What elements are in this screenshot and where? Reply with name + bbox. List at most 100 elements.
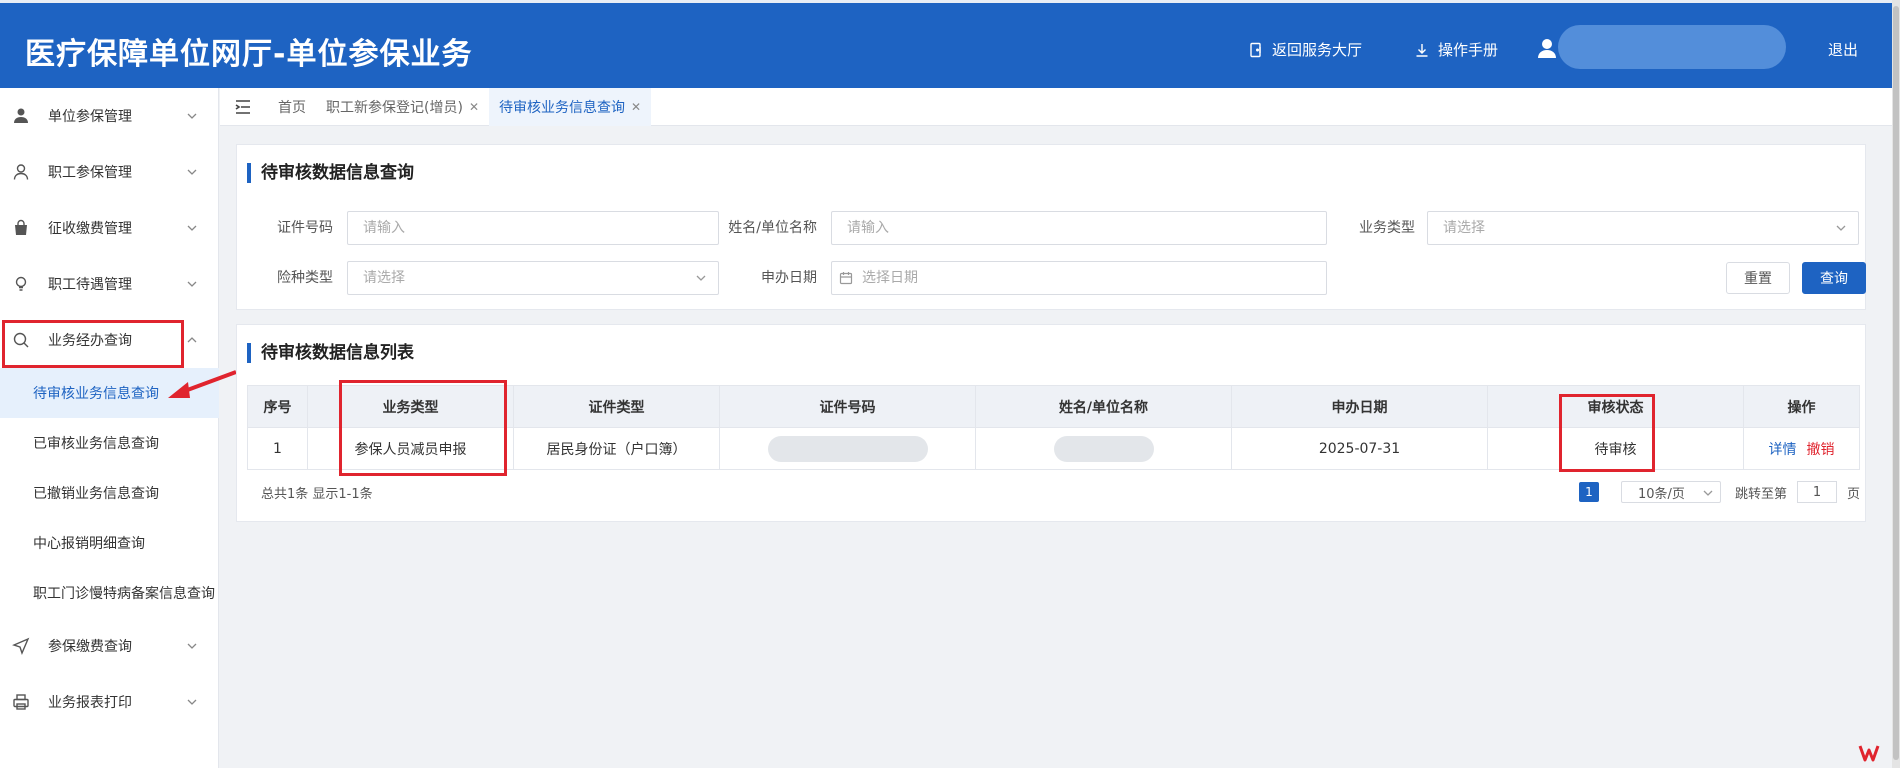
sidebar-item-report-print[interactable]: 业务报表打印 <box>0 674 219 730</box>
person-icon <box>13 164 29 180</box>
sidebar-item-staff-benefits[interactable]: 职工待遇管理 <box>0 256 219 312</box>
biz-type-select[interactable]: 请选择 <box>1427 211 1859 245</box>
chevron-down-icon <box>696 275 706 281</box>
annotation-arrow-icon <box>168 370 237 398</box>
manual-link[interactable]: 操作手册 <box>1414 39 1498 60</box>
sidebar-item-business-query[interactable]: 业务经办查询 <box>0 312 219 368</box>
page-number-current[interactable]: 1 <box>1579 482 1599 502</box>
reset-button[interactable]: 重置 <box>1726 262 1790 294</box>
tab-label: 职工新参保登记(增员) <box>326 99 463 116</box>
chevron-down-icon <box>187 113 197 119</box>
sidebar-item-label: 征收缴费管理 <box>48 221 132 237</box>
sub-item-label: 职工门诊慢特病备案信息查询 <box>33 586 215 602</box>
table-row: 1 参保人员减员申报 居民身份证（户口簿） 2025-07-31 待审核 详情撤… <box>247 427 1860 470</box>
cell-name <box>975 427 1232 470</box>
sub-item-label: 已审核业务信息查询 <box>33 436 159 452</box>
id-no-input[interactable] <box>347 211 719 245</box>
col-header-id-type: 证件类型 <box>513 385 720 428</box>
insurance-type-placeholder: 请选择 <box>363 270 405 286</box>
sidebar-item-label: 职工待遇管理 <box>48 277 132 293</box>
jump-page-input[interactable] <box>1797 481 1838 503</box>
tab-home[interactable]: 首页 <box>268 88 316 126</box>
page-size-label: 10条/页 <box>1638 486 1685 502</box>
close-icon[interactable]: ✕ <box>469 100 479 114</box>
sidebar-item-fee-query[interactable]: 参保缴费查询 <box>0 618 219 674</box>
tab-pending-review[interactable]: 待审核业务信息查询 ✕ <box>489 87 652 126</box>
tabs-bar: 首页 职工新参保登记(增员) ✕ 待审核业务信息查询 ✕ <box>220 87 1892 126</box>
sidebar-item-label: 单位参保管理 <box>48 109 132 125</box>
chevron-down-icon <box>1836 225 1846 231</box>
scrollbar-thumb[interactable] <box>1893 6 1899 760</box>
revoke-link[interactable]: 撤销 <box>1807 442 1835 458</box>
sidebar-item-staff-insurance[interactable]: 职工参保管理 <box>0 144 219 200</box>
cell-id-no <box>719 427 976 470</box>
jump-suffix: 页 <box>1847 486 1861 502</box>
query-button[interactable]: 查询 <box>1802 262 1866 294</box>
menu-collapse-icon[interactable] <box>232 96 254 118</box>
back-to-hall-label: 返回服务大厅 <box>1272 41 1363 59</box>
back-to-hall-link[interactable]: 返回服务大厅 <box>1248 39 1362 60</box>
sub-item-label: 待审核业务信息查询 <box>33 386 159 402</box>
sub-item-reviewed[interactable]: 已审核业务信息查询 <box>0 418 219 468</box>
bag-icon <box>15 219 27 235</box>
cell-date: 2025-07-31 <box>1231 427 1488 470</box>
col-header-index: 序号 <box>247 385 308 428</box>
chevron-up-icon <box>187 337 197 343</box>
detail-link[interactable]: 详情 <box>1769 442 1797 458</box>
tab-label: 待审核业务信息查询 <box>499 99 625 116</box>
sub-item-label: 中心报销明细查询 <box>33 536 145 552</box>
user-name-redacted <box>1558 25 1786 69</box>
apply-date-label: 申办日期 <box>761 270 817 286</box>
insurance-type-select[interactable]: 请选择 <box>347 261 719 295</box>
sub-item-chronic-disease-record[interactable]: 职工门诊慢特病备案信息查询 <box>0 568 219 618</box>
search-icon <box>13 332 29 348</box>
query-panel-title: 待审核数据信息查询 <box>247 163 414 183</box>
user-badge-icon <box>14 108 28 123</box>
sub-item-label: 已撤销业务信息查询 <box>33 486 159 502</box>
chevron-down-icon <box>187 225 197 231</box>
col-header-actions: 操作 <box>1743 385 1860 428</box>
col-header-id-no: 证件号码 <box>719 385 976 428</box>
sidebar-item-fee-collection[interactable]: 征收缴费管理 <box>0 200 219 256</box>
page-size-select[interactable]: 10条/页 <box>1621 481 1721 503</box>
cell-id-type: 居民身份证（户口簿） <box>513 427 720 470</box>
apply-date-placeholder: 选择日期 <box>862 270 918 286</box>
logout-button[interactable]: 退出 <box>1828 39 1858 60</box>
sidebar: 单位参保管理 职工参保管理 征收缴费管理 职工待遇管理 业务经办查询 待审核业务… <box>0 88 219 768</box>
download-icon <box>1416 43 1428 57</box>
chevron-down-icon <box>187 169 197 175</box>
jump-prefix: 跳转至第 <box>1735 486 1788 502</box>
chevron-down-icon <box>1703 490 1713 496</box>
top-header: 医疗保障单位网厅-单位参保业务 返回服务大厅 操作手册 退出 <box>0 0 1900 88</box>
sub-item-revoked[interactable]: 已撤销业务信息查询 <box>0 468 219 518</box>
cell-actions: 详情 撤销 <box>1743 427 1860 470</box>
tab-label: 首页 <box>278 99 306 116</box>
query-button-label: 查询 <box>1820 271 1848 287</box>
sub-item-reimbursement-detail[interactable]: 中心报销明细查询 <box>0 518 219 568</box>
calendar-icon <box>839 272 853 285</box>
app-title: 医疗保障单位网厅-单位参保业务 <box>25 37 473 72</box>
apply-date-picker[interactable]: 选择日期 <box>831 261 1327 295</box>
user-avatar-icon[interactable] <box>1536 37 1558 59</box>
table-summary: 总共1条 显示1-1条 <box>261 487 373 502</box>
chevron-down-icon <box>187 699 197 705</box>
sidebar-item-label: 职工参保管理 <box>48 165 132 181</box>
name-input[interactable] <box>831 211 1327 245</box>
name-label: 姓名/单位名称 <box>728 220 817 236</box>
sidebar-item-unit-insurance[interactable]: 单位参保管理 <box>0 88 219 144</box>
cell-status: 待审核 <box>1487 427 1744 470</box>
list-panel-title: 待审核数据信息列表 <box>247 343 414 363</box>
close-icon[interactable]: ✕ <box>631 100 641 114</box>
pagination: 1 10条/页 跳转至第 页 <box>1579 481 1860 503</box>
pending-review-table: 序号 业务类型 证件类型 证件号码 姓名/单位名称 申办日期 审核状态 操作 1… <box>247 385 1860 470</box>
list-panel: 待审核数据信息列表 序号 业务类型 证件类型 证件号码 姓名/单位名称 申办日期… <box>236 324 1866 522</box>
redacted-id-no <box>767 435 928 462</box>
wps-logo-icon <box>1858 745 1880 762</box>
redacted-name <box>1053 435 1154 462</box>
printer-icon <box>13 694 29 710</box>
tab-new-staff-registration[interactable]: 职工新参保登记(增员) ✕ <box>316 88 489 126</box>
cell-index: 1 <box>247 427 308 470</box>
col-header-status: 审核状态 <box>1487 385 1744 428</box>
page-scrollbar[interactable] <box>1892 0 1900 768</box>
biz-type-label: 业务类型 <box>1359 220 1415 236</box>
